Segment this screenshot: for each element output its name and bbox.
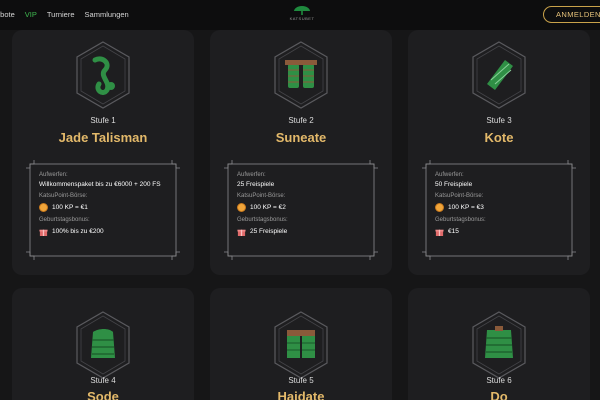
suneate-armor-icon: [274, 41, 328, 109]
nav-item-angebote[interactable]: ebote: [0, 10, 15, 19]
gift-icon: [237, 229, 246, 236]
site-logo[interactable]: KATSUBET: [282, 6, 322, 24]
sode-armor-icon: [76, 311, 130, 379]
gift-value: 50 Freispiele: [435, 181, 473, 188]
exchange-value: 100 KP = €1: [52, 204, 88, 211]
birthday-value: €15: [448, 228, 459, 235]
level-name: Jade Talisman: [58, 130, 148, 145]
level-number: Stufe 6: [486, 376, 512, 385]
level-name: Haidate: [277, 389, 325, 400]
benefits-box: Aufwerfen: Willkommenspaket bis zu €6000…: [26, 160, 180, 260]
gift-label: Aufwerfen:: [237, 172, 266, 178]
exchange-label: KatsuPoint-Börse:: [237, 193, 286, 199]
login-button[interactable]: ANMELDEN: [543, 6, 600, 23]
gift-label: Aufwerfen:: [435, 172, 464, 178]
logo-wordmark: KATSUBET: [289, 16, 315, 21]
vip-level-card-1: Stufe 1 Jade Talisman Aufwerfen: Willkom…: [12, 30, 194, 275]
birthday-value: 100% bis zu €200: [52, 228, 104, 235]
vip-level-card-2: Stufe 2 Suneate Aufwerfen: 25 Freispiele…: [210, 30, 392, 275]
coin-icon: [237, 203, 246, 212]
logo-tree-icon: [294, 6, 310, 15]
level-name: Sode: [87, 389, 119, 400]
nav-item-sammlungen[interactable]: Sammlungen: [85, 10, 129, 19]
top-navigation-bar: ebote VIP Turniere Sammlungen KATSUBET A…: [0, 0, 600, 30]
nav-item-vip[interactable]: VIP: [25, 10, 37, 19]
vip-level-card-6: Stufe 6 Do: [408, 288, 590, 400]
benefits-box: Aufwerfen: 25 Freispiele KatsuPoint-Börs…: [224, 160, 378, 260]
level-number: Stufe 2: [288, 116, 314, 125]
jade-talisman-icon: [76, 41, 130, 109]
kote-armor-icon: [472, 41, 526, 109]
birthday-label: Geburtstagsbonus:: [39, 217, 90, 223]
do-armor-icon: [472, 311, 526, 379]
level-number: Stufe 1: [90, 116, 116, 125]
vip-page: ebote VIP Turniere Sammlungen KATSUBET A…: [0, 0, 600, 400]
gift-value: Willkommenspaket bis zu €6000 + 200 FS: [39, 181, 161, 188]
vip-level-card-4: Stufe 4 Sode: [12, 288, 194, 400]
level-number: Stufe 5: [288, 376, 314, 385]
level-number: Stufe 3: [486, 116, 512, 125]
exchange-label: KatsuPoint-Börse:: [435, 193, 484, 199]
exchange-label: KatsuPoint-Börse:: [39, 193, 88, 199]
gift-label: Aufwerfen:: [39, 172, 68, 178]
level-name: Kote: [484, 130, 514, 145]
haidate-armor-icon: [274, 311, 328, 379]
benefits-box: Aufwerfen: 50 Freispiele KatsuPoint-Börs…: [422, 160, 576, 260]
nav-item-turniere[interactable]: Turniere: [47, 10, 75, 19]
gift-value: 25 Freispiele: [237, 181, 275, 188]
exchange-value: 100 KP = €3: [448, 204, 484, 211]
exchange-value: 100 KP = €2: [250, 204, 286, 211]
main-nav: ebote VIP Turniere Sammlungen: [0, 10, 129, 19]
gift-icon: [435, 229, 444, 236]
level-name: Suneate: [275, 130, 327, 145]
coin-icon: [39, 203, 48, 212]
gift-icon: [39, 229, 48, 236]
birthday-label: Geburtstagsbonus:: [237, 217, 288, 223]
level-name: Do: [490, 389, 508, 400]
vip-level-card-3: Stufe 3 Kote Aufwerfen: 50 Freispiele Ka…: [408, 30, 590, 275]
vip-level-card-5: Stufe 5 Haidate: [210, 288, 392, 400]
level-number: Stufe 4: [90, 376, 116, 385]
coin-icon: [435, 203, 444, 212]
birthday-value: 25 Freispiele: [250, 228, 288, 235]
birthday-label: Geburtstagsbonus:: [435, 217, 486, 223]
